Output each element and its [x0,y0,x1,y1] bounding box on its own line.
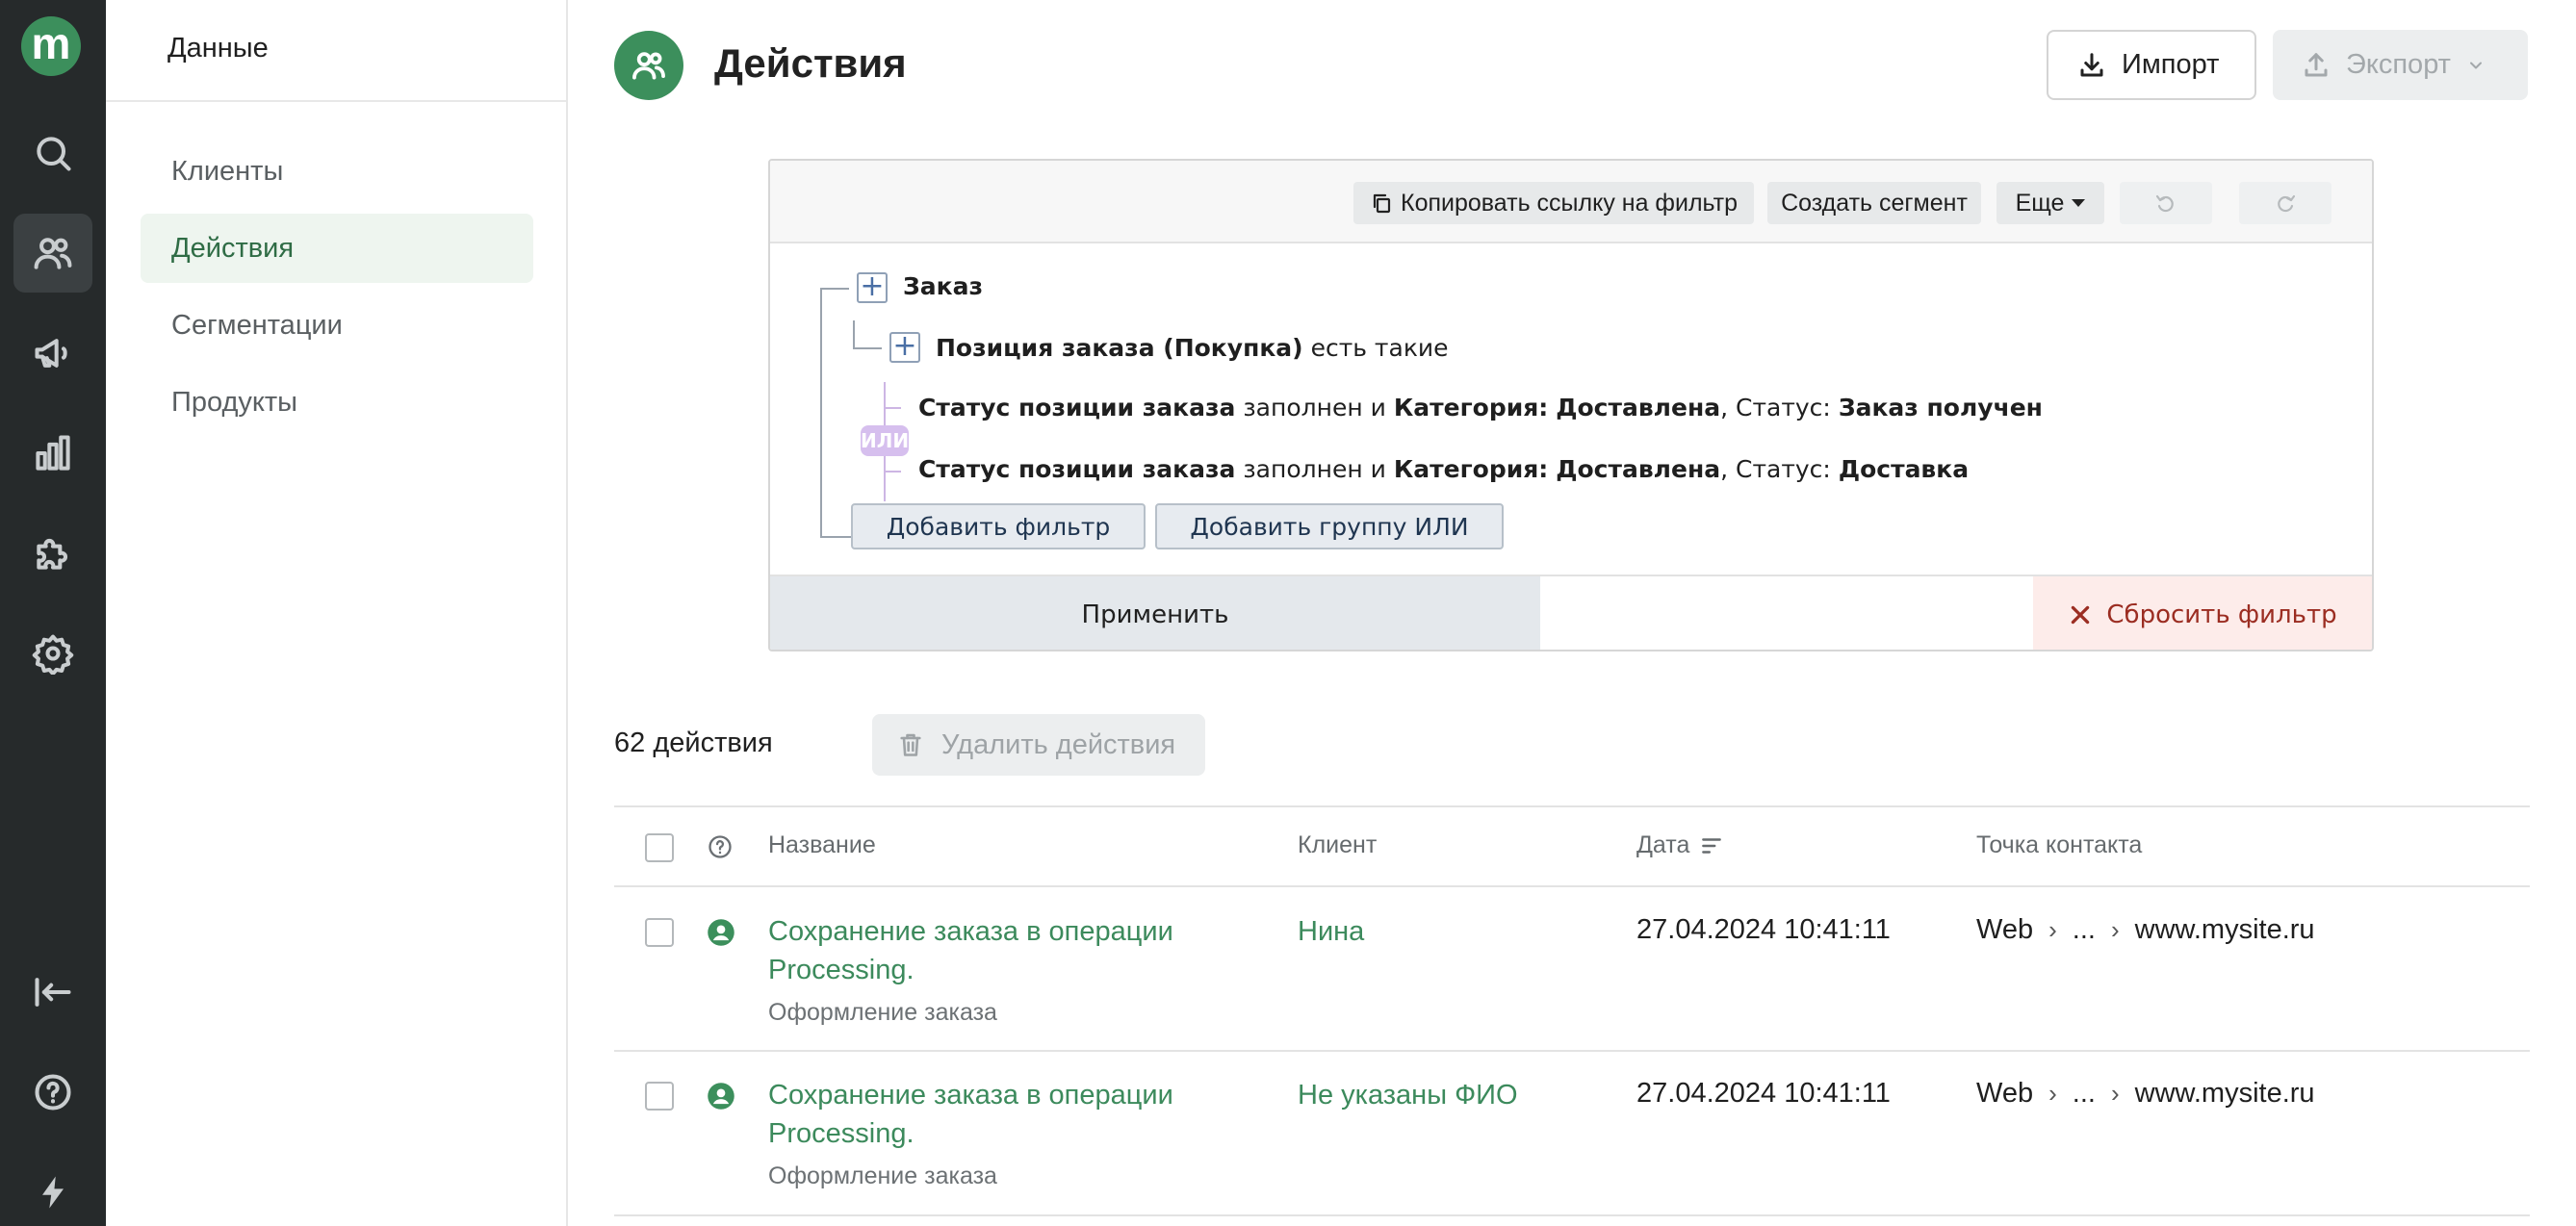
page-users-icon [614,31,683,100]
action-date: 27.04.2024 10:41:11 [1636,914,1891,945]
sort-icon [1702,837,1722,854]
create-segment-label: Создать сегмент [1781,189,1968,217]
user-icon [707,1082,735,1111]
reset-filter-button[interactable]: Сбросить фильтр [2033,576,2372,650]
row-checkbox[interactable] [645,1082,674,1111]
filter-actions: Применить Сбросить фильтр [770,575,2372,650]
reset-filter-label: Сбросить фильтр [2106,600,2337,629]
sidebar-header: Данные [167,33,269,64]
or-badge: ИЛИ [861,425,909,456]
add-or-group-button[interactable]: Добавить группу ИЛИ [1155,503,1504,549]
table-divider [614,805,2530,807]
search-icon[interactable] [13,114,92,192]
copy-filter-link-label: Копировать ссылку на фильтр [1401,189,1738,217]
chevron-down-icon [2469,62,2482,68]
contact-breadcrumb: Web › ... › www.mysite.ru [1976,914,2315,945]
or-connector [884,471,901,473]
tree-node-order-item: Позиция заказа (Покупка) есть такие [936,334,1449,362]
export-label: Экспорт [2346,49,2451,80]
column-header-name[interactable]: Название [768,831,876,859]
section-sidebar: Данные Клиенты Действия Сегментации Прод… [106,0,568,1226]
page-title: Действия [714,40,907,86]
redo-button[interactable] [2239,182,2331,224]
close-icon [2072,605,2090,625]
megaphone-icon[interactable] [13,314,92,393]
sidebar-item-actions[interactable]: Действия [141,214,533,283]
sidebar-item-clients[interactable]: Клиенты [141,137,533,206]
import-button[interactable]: Импорт [2047,30,2256,100]
action-date: 27.04.2024 10:41:11 [1636,1078,1891,1109]
help-icon[interactable] [13,1053,92,1132]
export-button[interactable]: Экспорт [2273,30,2528,100]
sidebar-item-products[interactable]: Продукты [141,368,533,437]
filter-condition[interactable]: Статус позиции заказа заполнен и Категор… [918,455,1969,483]
action-subtitle: Оформление заказа [768,1162,997,1189]
filter-toolbar: Копировать ссылку на фильтр Создать сегм… [770,161,2372,243]
copy-filter-link-button[interactable]: Копировать ссылку на фильтр [1353,182,1754,224]
chevron-right-icon: › [2110,1079,2120,1108]
bolt-icon[interactable] [13,1153,92,1226]
upload-icon [2305,52,2328,76]
tree-root-order: Заказ [903,272,983,300]
sidebar-item-segmentations[interactable]: Сегментации [141,291,533,360]
tree-connector [820,536,851,538]
caret-down-icon [2072,199,2086,207]
table-divider [614,1214,2530,1216]
or-connector [884,407,901,409]
app-root: m Данные Клиенты Действия Сегментации Пр… [0,0,2576,1226]
undo-icon [2155,194,2174,213]
action-title-link[interactable]: Сохранение заказа в операции Processing. [768,912,1249,989]
download-icon [2080,52,2103,76]
select-all-checkbox[interactable] [645,833,674,862]
add-filter-button[interactable]: Добавить фильтр [851,503,1146,549]
import-label: Импорт [2122,49,2220,80]
help-icon[interactable] [707,833,734,860]
column-header-contact[interactable]: Точка контакта [1976,831,2142,859]
copy-icon [1373,193,1391,214]
more-label: Еще [2015,189,2065,217]
apply-filter-button[interactable]: Применить [770,576,1540,650]
actions-count: 62 действия [614,728,773,758]
trash-icon [900,733,921,756]
app-logo[interactable]: m [21,16,81,76]
create-segment-button[interactable]: Создать сегмент [1767,182,1981,224]
undo-button[interactable] [2120,182,2212,224]
filter-builder: Копировать ссылку на фильтр Создать сегм… [768,159,2374,651]
left-rail: m [0,0,106,1226]
user-icon [707,918,735,947]
contact-breadcrumb: Web › ... › www.mysite.ru [1976,1078,2315,1109]
tree-connector [820,288,822,538]
table-divider [614,1050,2530,1052]
filter-tree: + Заказ + Позиция заказа (Покупка) есть … [770,243,2372,571]
gear-icon[interactable] [13,614,92,693]
client-link[interactable]: Нина [1298,912,1364,951]
expand-order-item-plus-icon[interactable]: + [889,332,920,363]
row-checkbox[interactable] [645,918,674,947]
delete-actions-button[interactable]: Удалить действия [872,714,1205,776]
redo-icon [2278,194,2296,213]
main-content: Действия Импорт Экспорт Копировать ссылк… [568,0,2576,1226]
tree-connector [820,288,849,290]
column-header-client[interactable]: Клиент [1298,831,1377,859]
action-title-link[interactable]: Сохранение заказа в операции Processing. [768,1076,1249,1153]
filter-condition[interactable]: Статус позиции заказа заполнен и Категор… [918,394,2043,421]
chevron-right-icon: › [2110,915,2120,944]
table-divider [614,885,2530,887]
chevron-right-icon: › [2048,1079,2057,1108]
client-link[interactable]: Не указаны ФИО [1298,1076,1518,1114]
more-dropdown-button[interactable]: Еще [1996,182,2104,224]
tree-connector [853,320,855,349]
chart-icon[interactable] [13,414,92,493]
delete-actions-label: Удалить действия [941,728,1176,760]
tree-connector [853,347,882,349]
expand-order-plus-icon[interactable]: + [857,272,888,303]
chevron-right-icon: › [2048,915,2057,944]
column-header-date[interactable]: Дата [1636,831,1724,859]
users-icon[interactable] [13,214,92,293]
puzzle-icon[interactable] [13,514,92,593]
action-subtitle: Оформление заказа [768,999,997,1026]
sidebar-divider [106,100,566,102]
collapse-icon[interactable] [13,953,92,1032]
